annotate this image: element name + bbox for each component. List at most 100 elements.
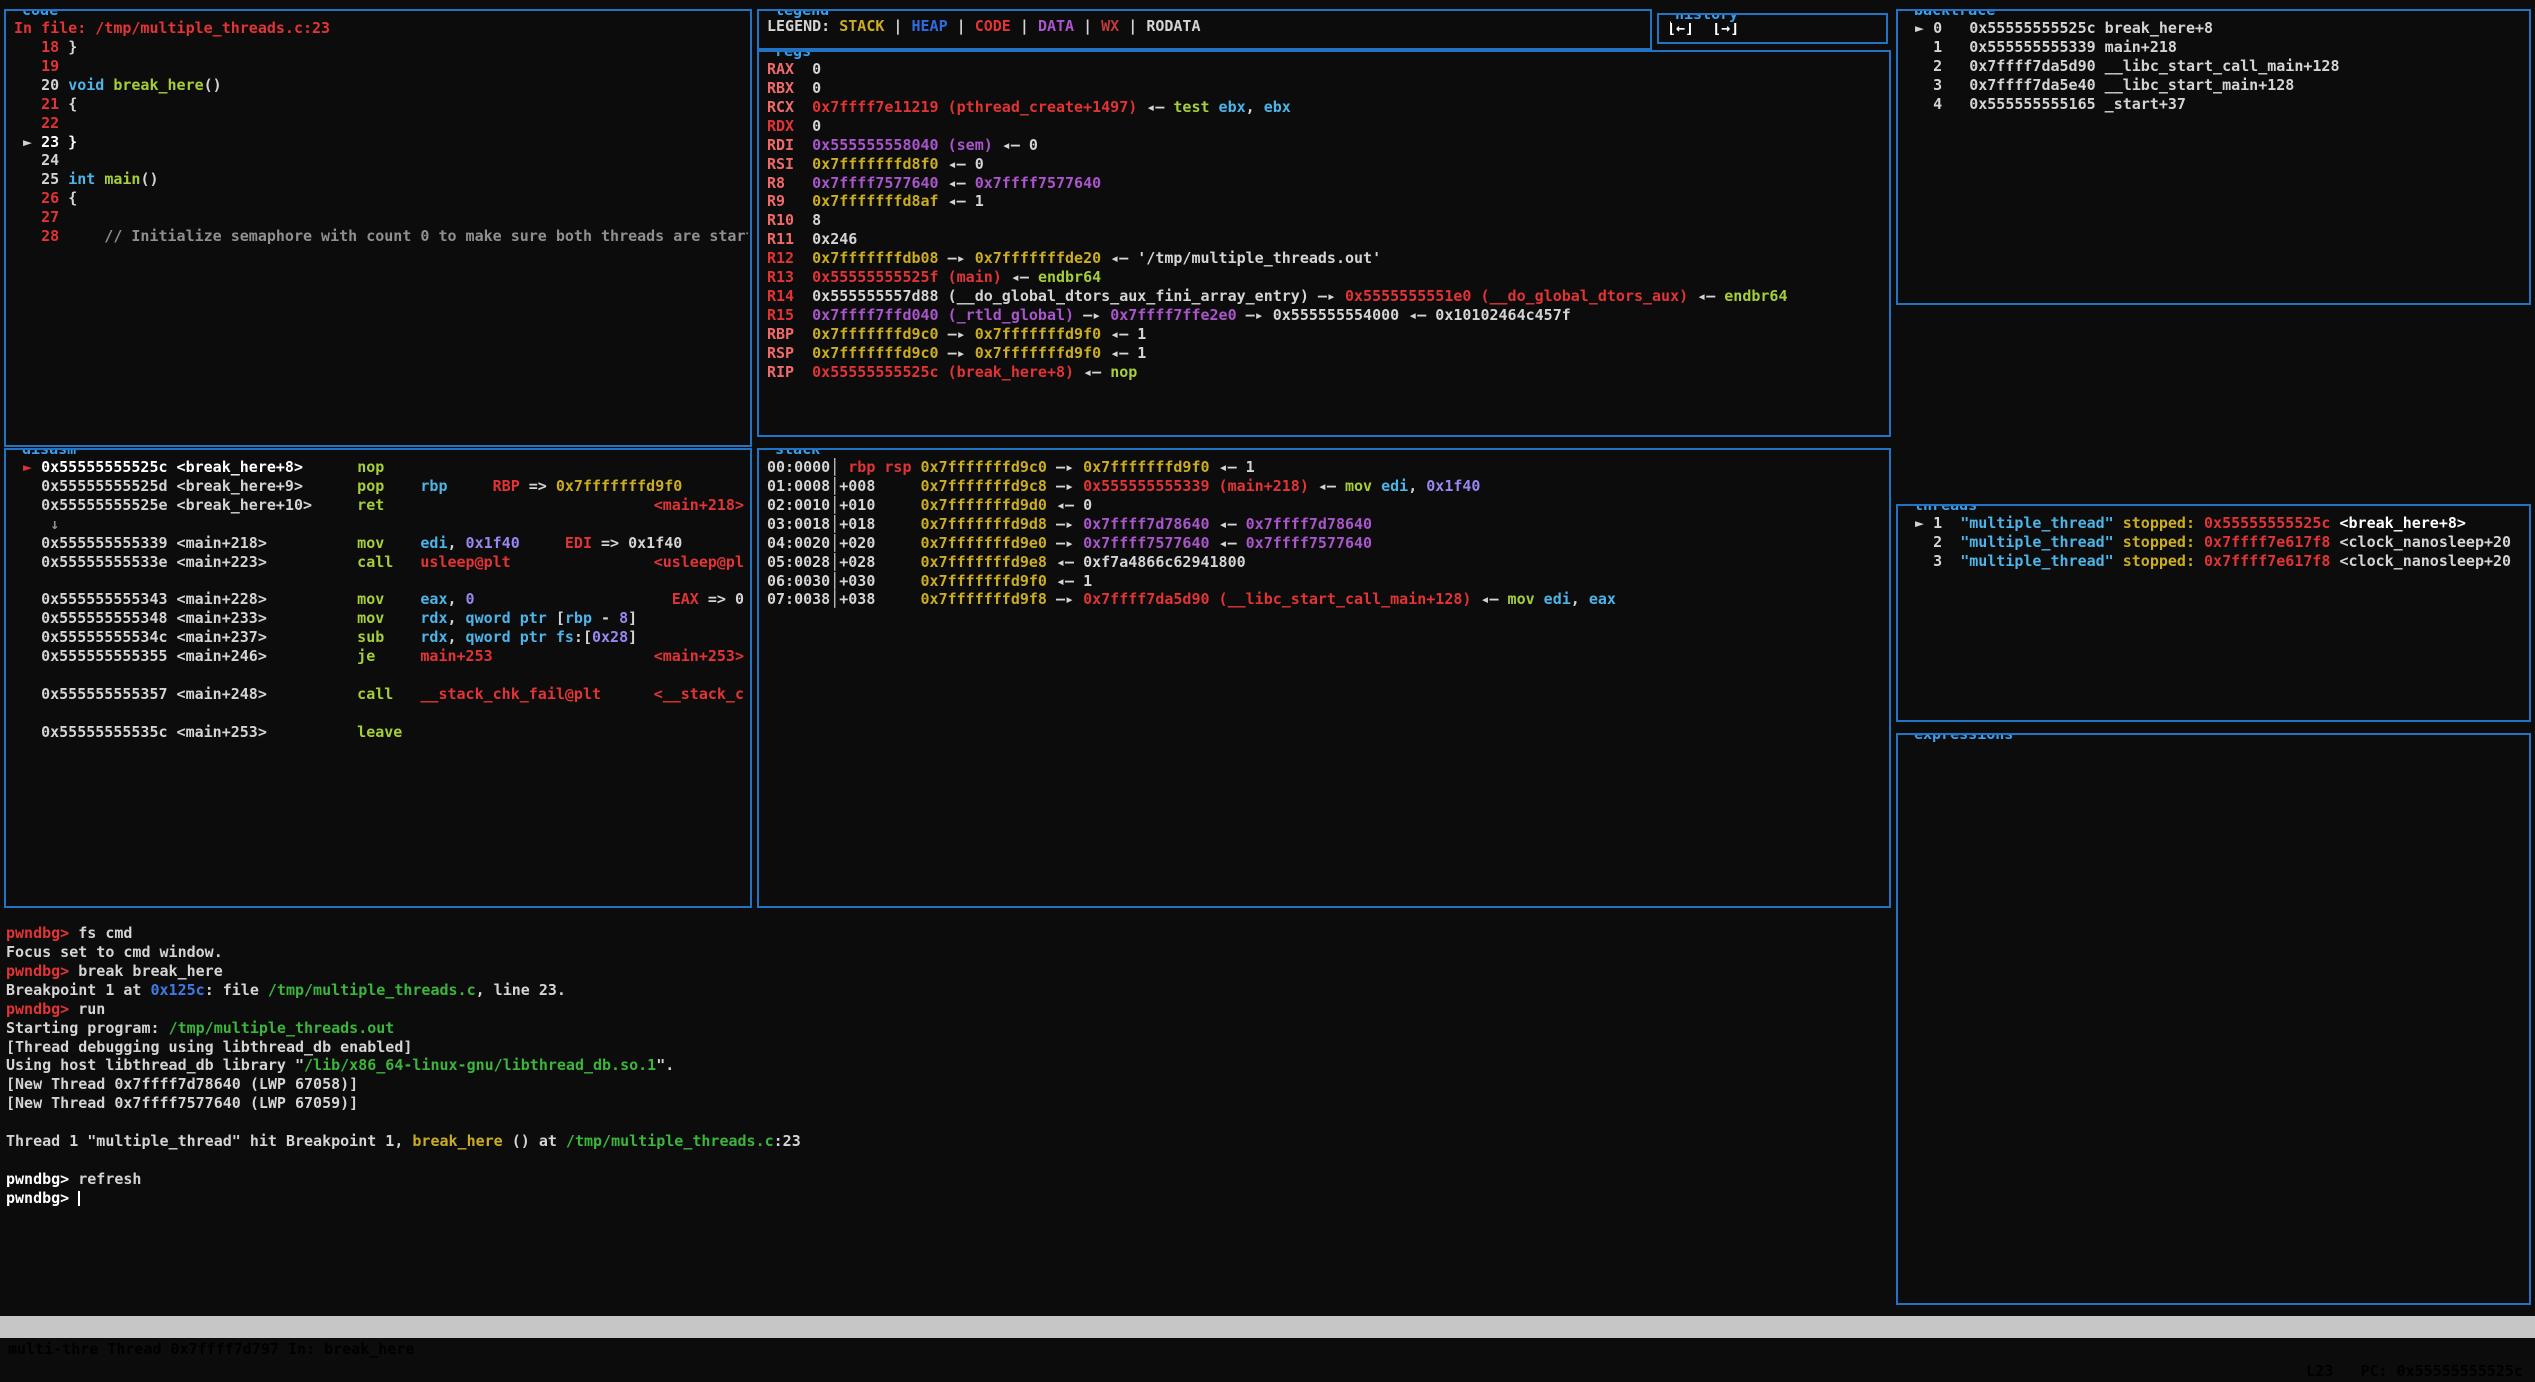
threads-panel[interactable]: threads ► 1 "multiple_thread" stopped: 0… bbox=[1896, 504, 2531, 722]
text-segment: | bbox=[1011, 17, 1038, 35]
text-line: 04:0020│+020 0x7fffffffd9e0 —▸ 0x7ffff75… bbox=[767, 534, 1887, 553]
text-line: 4 0x555555555165 _start+37 bbox=[1906, 95, 2527, 114]
text-segment: /tmp/multiple_threads.out bbox=[169, 1019, 395, 1037]
text-segment: <clock_nanosleep+20 bbox=[2340, 533, 2512, 551]
text-segment: - bbox=[592, 609, 619, 627]
text-segment: R9 bbox=[767, 192, 812, 210]
text-line: RBP 0x7fffffffd9c0 —▸ 0x7fffffffd9f0 ◂— … bbox=[767, 325, 1887, 344]
text-line: pwndbg> refresh bbox=[6, 1170, 1886, 1189]
text-segment: [New Thread 0x7ffff7d78640 (LWP 67058)] bbox=[6, 1075, 358, 1093]
disassembly-panel[interactable]: disasm ► 0x55555555525c <break_here+8> n… bbox=[4, 448, 752, 908]
backtrace-panel[interactable]: backtrace ► 0 0x55555555525c break_here+… bbox=[1896, 9, 2531, 305]
text-segment: —▸ bbox=[1047, 534, 1083, 552]
text-segment: 0x7ffff7e617f8 bbox=[2204, 552, 2330, 570]
text-segment: 0x1f40 bbox=[466, 534, 520, 552]
text-segment: ► bbox=[14, 133, 41, 151]
text-segment: R10 bbox=[767, 211, 812, 229]
text-line: RIP 0x55555555525c (break_here+8) ◂— nop bbox=[767, 363, 1887, 382]
text-line: 01:0008│+008 0x7fffffffd9c8 —▸ 0x5555555… bbox=[767, 477, 1887, 496]
stack-panel[interactable]: stack 00:0000│ rbp rsp 0x7fffffffd9c0 —▸… bbox=[757, 448, 1891, 908]
text-segment: , bbox=[447, 609, 465, 627]
text-segment: 07:0038│+038 bbox=[767, 590, 921, 608]
text-line: 22 bbox=[14, 114, 748, 133]
text-segment: 0x5555555551e0 (__do_global_dtors_aux) bbox=[1345, 287, 1688, 305]
text-segment: R15 bbox=[767, 306, 812, 324]
code-panel[interactable]: code In file: /tmp/multiple_threads.c:23… bbox=[4, 9, 752, 447]
text-segment: | bbox=[884, 17, 911, 35]
text-segment: RDI bbox=[767, 136, 812, 154]
text-line: ► 0x55555555525c <break_here+8> nop bbox=[14, 458, 748, 477]
text-line: 27 bbox=[14, 208, 748, 227]
text-segment: 0x7fffffffd9c8 bbox=[921, 477, 1047, 495]
text-segment: —▸ bbox=[1047, 477, 1083, 495]
text-segment: 2 0x7ffff7da5d90 __libc_start_call_main+… bbox=[1906, 57, 2339, 75]
text-segment: "multiple_thread" bbox=[1960, 552, 2114, 570]
text-segment: : file bbox=[205, 981, 268, 999]
text-segment: <break_here+8> bbox=[2340, 514, 2466, 532]
text-segment: 0x7fffffffd9c0 bbox=[812, 325, 938, 343]
text-segment: rdx bbox=[420, 609, 447, 627]
text-segment: fs bbox=[556, 628, 574, 646]
text-line: 0x555555555357 <main+248> call __stack_c… bbox=[14, 685, 748, 704]
right-annotation: <__stack_c bbox=[654, 685, 744, 704]
text-segment: HEAP bbox=[912, 17, 948, 35]
text-segment: 00:0000 bbox=[767, 458, 830, 476]
legend-panel-title: legend bbox=[771, 9, 833, 19]
text-segment: mov bbox=[357, 609, 384, 627]
text-segment: nop bbox=[1110, 363, 1137, 381]
text-segment: rbp bbox=[420, 477, 447, 495]
text-segment: test bbox=[1173, 98, 1209, 116]
text-segment: 0x7fffffffd9f8 bbox=[921, 590, 1047, 608]
text-segment: 0x7ffff7577640 bbox=[812, 174, 938, 192]
status-thread-info: multi-thre Thread 0x7ffff7d797 In: break… bbox=[8, 1338, 414, 1360]
text-segment: eax bbox=[420, 590, 447, 608]
text-segment: fs cmd bbox=[78, 924, 132, 942]
text-segment: <__stack_c bbox=[654, 685, 744, 703]
text-segment: { bbox=[68, 95, 77, 113]
text-segment: EAX bbox=[672, 590, 699, 608]
text-segment: => 0x1f40 bbox=[592, 534, 682, 552]
text-line: [Thread debugging using libthread_db ena… bbox=[6, 1038, 1886, 1057]
text-line: 20 void break_here() bbox=[14, 76, 748, 95]
text-segment: │ bbox=[830, 458, 848, 476]
text-segment bbox=[384, 477, 420, 495]
text-segment: R8 bbox=[767, 174, 812, 192]
text-segment: 0x555555555348 <main+233> bbox=[14, 609, 357, 627]
text-segment: 0x55555555525d <break_here+9> bbox=[14, 477, 357, 495]
text-segment: 0 bbox=[812, 60, 821, 78]
legend-panel: legend LEGEND: STACK | HEAP | CODE | DAT… bbox=[757, 9, 1652, 50]
text-segment: 06:0030│+030 bbox=[767, 572, 921, 590]
text-segment bbox=[2195, 552, 2204, 570]
text-line bbox=[14, 572, 748, 591]
text-line: Using host libthread_db library "/lib/x8… bbox=[6, 1056, 1886, 1075]
text-segment: __stack_chk_fail@plt bbox=[420, 685, 601, 703]
text-line bbox=[6, 1151, 1886, 1170]
registers-panel[interactable]: regs RAX 0RBX 0RCX 0x7ffff7e11219 (pthre… bbox=[757, 50, 1891, 437]
text-segment: pwndbg> bbox=[6, 924, 78, 942]
text-segment: 0x7fffffffd9f0 bbox=[556, 477, 682, 495]
expressions-panel[interactable]: expressions bbox=[1896, 733, 2531, 1305]
text-segment: 26 bbox=[14, 189, 68, 207]
text-segment: RIP bbox=[767, 363, 812, 381]
text-segment: <usleep@pl bbox=[654, 553, 744, 571]
text-segment: [New Thread 0x7ffff7577640 (LWP 67059)] bbox=[6, 1094, 358, 1112]
text-segment: R11 bbox=[767, 230, 812, 248]
text-segment: ebx bbox=[1264, 98, 1291, 116]
text-segment bbox=[547, 628, 556, 646]
text-segment: ◂— 1 bbox=[1101, 344, 1146, 362]
text-segment: RCX bbox=[767, 98, 812, 116]
text-segment: 28 bbox=[14, 227, 68, 245]
text-line: 00:0000│ rbp rsp 0x7fffffffd9c0 —▸ 0x7ff… bbox=[767, 458, 1887, 477]
text-line: 28 // Initialize semaphore with count 0 … bbox=[14, 227, 748, 246]
console-output[interactable]: pwndbg> fs cmdFocus set to cmd window.pw… bbox=[6, 924, 1886, 1208]
text-line: pwndbg> break break_here bbox=[6, 962, 1886, 981]
text-segment: | bbox=[1074, 17, 1101, 35]
text-segment bbox=[2195, 514, 2204, 532]
text-line bbox=[14, 704, 748, 723]
text-segment: 23 } bbox=[41, 133, 77, 151]
text-segment: ebx bbox=[1219, 98, 1246, 116]
text-segment: rsp bbox=[884, 458, 911, 476]
text-segment: | bbox=[1119, 17, 1146, 35]
text-line: 18 } bbox=[14, 38, 748, 57]
text-segment bbox=[2330, 533, 2339, 551]
